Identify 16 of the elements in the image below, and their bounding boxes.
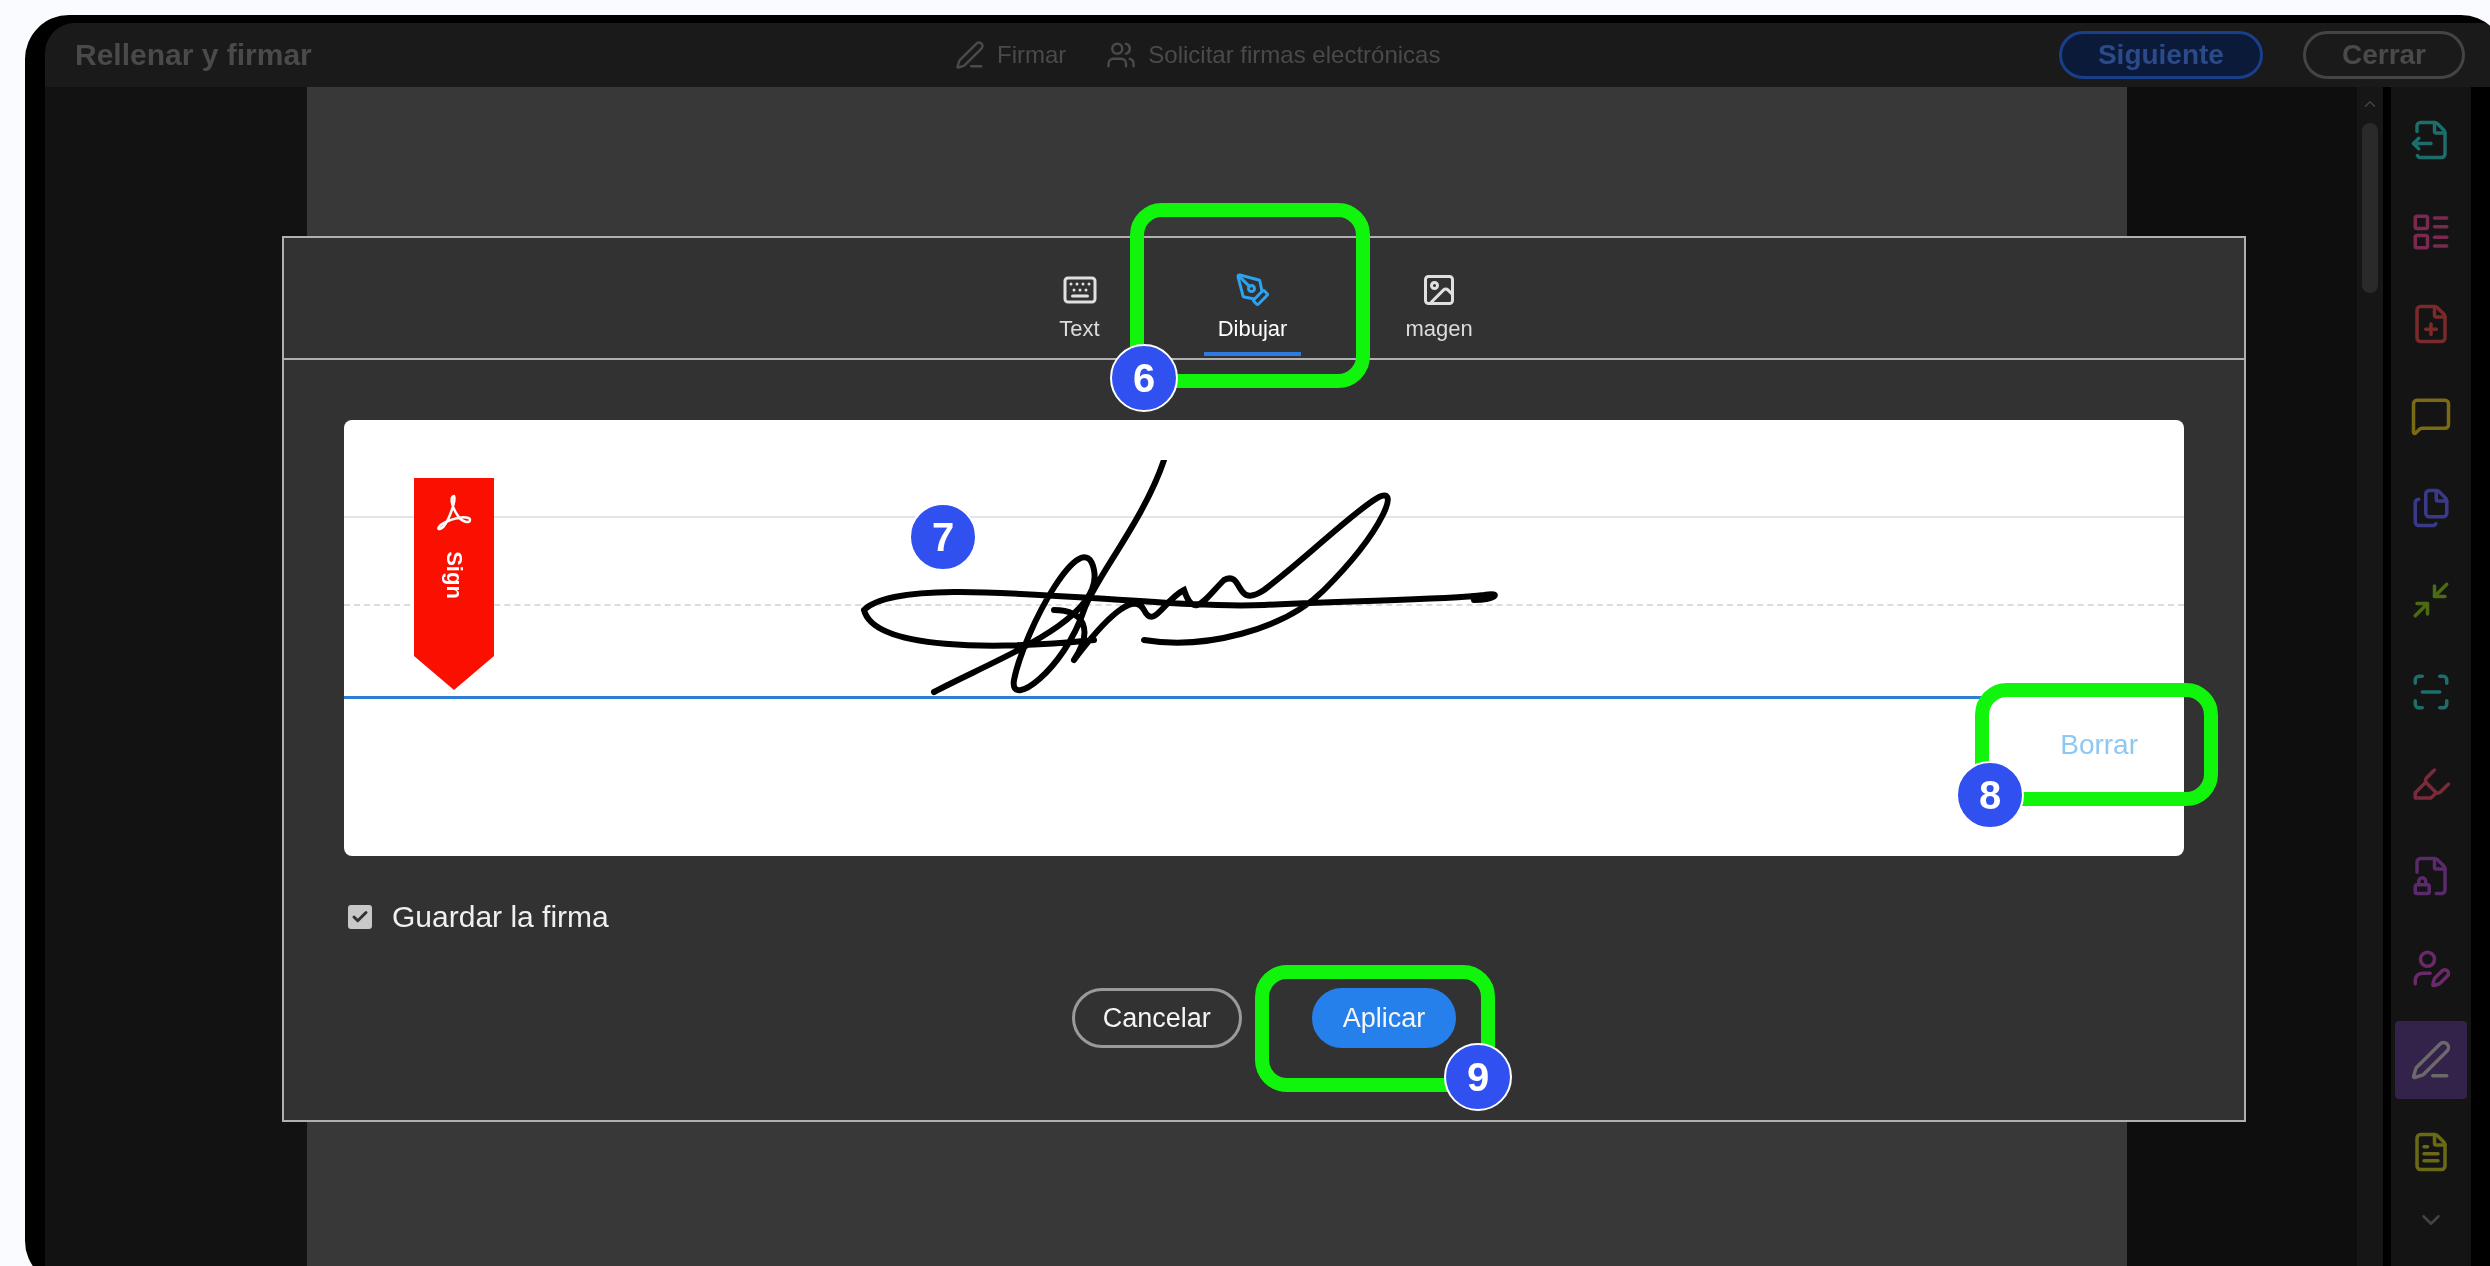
- sign-icon: [2410, 1039, 2452, 1081]
- sidebar-tool[interactable]: [2395, 1021, 2467, 1099]
- pen-icon: [1234, 272, 1271, 308]
- save-checkbox[interactable]: [348, 905, 372, 929]
- tab[interactable]: Dibujar: [1203, 238, 1302, 356]
- apply-button[interactable]: Aplicar: [1311, 988, 1457, 1048]
- clear-link[interactable]: Borrar: [2060, 729, 2138, 761]
- save-signature-label: Guardar la firma: [392, 900, 609, 934]
- cancel-button[interactable]: Cancelar: [1071, 988, 1242, 1048]
- people-icon: [1106, 40, 1137, 70]
- scrollbar[interactable]: [2357, 87, 2383, 1266]
- pdf-logo-icon: [434, 492, 474, 532]
- tab[interactable]: magen: [1391, 238, 1487, 356]
- ribbon-label: Sign: [441, 551, 467, 599]
- next-button[interactable]: Siguiente: [2058, 31, 2263, 79]
- pen-icon: [955, 40, 985, 70]
